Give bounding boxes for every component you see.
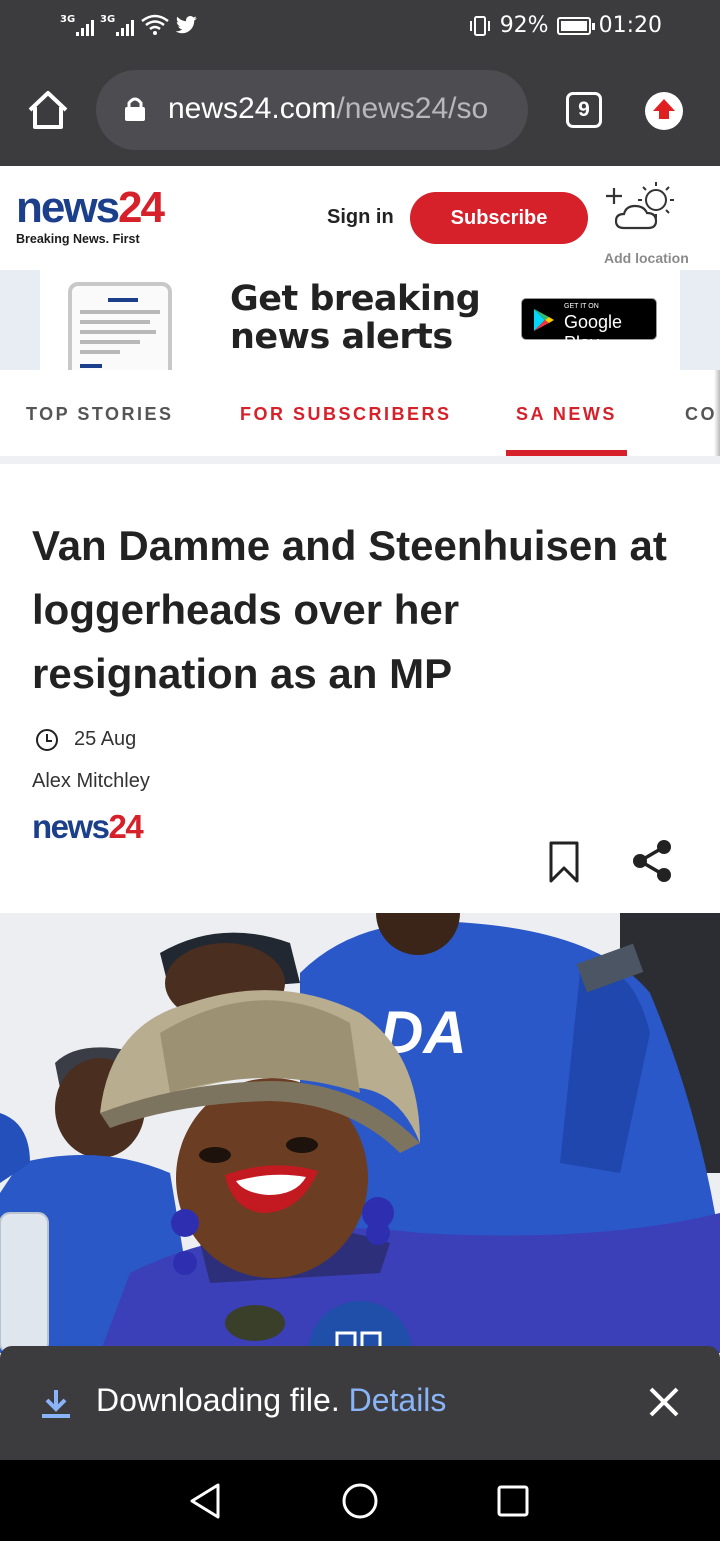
- logo-tagline: Breaking News. First: [16, 232, 140, 246]
- app-banner-area: Get breaking news alerts GET IT ON Googl…: [0, 270, 720, 370]
- battery-icon: [556, 16, 595, 35]
- lock-icon: [125, 97, 145, 121]
- sim1-label: 3G: [60, 14, 76, 25]
- browser-toolbar: news24.com/news24/so 9: [0, 56, 720, 166]
- vibrate-icon: [469, 15, 490, 36]
- twitter-icon: [176, 15, 197, 34]
- signin-link[interactable]: Sign in: [327, 206, 394, 229]
- tab-co[interactable]: CO: [685, 404, 717, 425]
- site-header: news24 Breaking News. First Sign in Subs…: [0, 166, 720, 270]
- tab-switcher-button[interactable]: 9: [566, 92, 602, 128]
- clock-time: 01:20: [598, 13, 662, 38]
- source-logo-num: 24: [108, 808, 144, 845]
- phone-mockup-image: [68, 282, 172, 370]
- back-icon[interactable]: [188, 1482, 224, 1520]
- tab-for-subscribers[interactable]: FOR SUBSCRIBERS: [240, 404, 452, 425]
- download-status: Downloading file.: [96, 1382, 340, 1418]
- article-headline: Van Damme and Steenhuisen at loggerheads…: [32, 522, 667, 697]
- home-nav-icon[interactable]: [341, 1482, 379, 1520]
- add-location-label: Add location: [604, 250, 689, 266]
- url-bar[interactable]: news24.com/news24/so: [96, 70, 528, 150]
- add-location-button[interactable]: Add location: [600, 180, 696, 266]
- recents-icon[interactable]: [495, 1482, 531, 1520]
- screen: 3G 3G 92% 01:20 news24.com/news24/so 9 n…: [0, 0, 720, 1541]
- section-tabs: TOP STORIES FOR SUBSCRIBERS SA NEWS CO: [0, 370, 720, 458]
- system-nav-bar: [0, 1460, 720, 1541]
- subscribe-button[interactable]: Subscribe: [410, 192, 588, 244]
- store-small-text: GET IT ON: [564, 303, 599, 310]
- battery-percent: 92%: [499, 13, 549, 38]
- share-icon[interactable]: [630, 838, 674, 884]
- article-date: 25 Aug: [74, 728, 137, 750]
- article-date-row: 25 Aug: [36, 728, 136, 751]
- banner-line1: Get breaking: [230, 279, 481, 319]
- url-host: news24.com: [168, 92, 337, 125]
- app-banner[interactable]: Get breaking news alerts GET IT ON Googl…: [40, 270, 680, 370]
- source-logo-news: news: [32, 808, 110, 845]
- tab-sa-news[interactable]: SA NEWS: [516, 404, 617, 425]
- tab-count: 9: [578, 98, 590, 121]
- article-photo[interactable]: DA: [0, 913, 720, 1353]
- store-big-text: Google Play: [564, 312, 623, 353]
- signal-icon: 3G: [60, 12, 94, 38]
- divider: [0, 456, 720, 464]
- clock-icon: [36, 728, 58, 751]
- url-text: news24.com/news24/so: [168, 92, 488, 126]
- source-logo: news24: [32, 808, 144, 846]
- url-path: /news24/so: [336, 92, 489, 125]
- signal-icon-2: 3G: [100, 12, 134, 38]
- download-bar: Downloading file. Details: [0, 1346, 720, 1460]
- photo-illustration: DA: [0, 913, 720, 1353]
- update-icon[interactable]: [645, 92, 683, 130]
- sim2-label: 3G: [100, 14, 116, 25]
- weather-icon: [606, 182, 674, 230]
- download-details-link[interactable]: Details: [349, 1382, 447, 1418]
- banner-line2: news alerts: [230, 317, 453, 357]
- home-icon[interactable]: [26, 88, 70, 132]
- status-bar: 3G 3G 92% 01:20: [0, 0, 720, 56]
- browser-chrome: 3G 3G 92% 01:20 news24.com/news24/so 9: [0, 0, 720, 166]
- wifi-icon: [141, 14, 169, 35]
- tab-top-stories[interactable]: TOP STORIES: [26, 404, 174, 425]
- logo-num: 24: [118, 183, 165, 232]
- download-icon: [42, 1390, 70, 1418]
- google-play-badge[interactable]: GET IT ON Google Play: [521, 298, 657, 353]
- news24-logo[interactable]: news24 Breaking News. First: [16, 183, 165, 247]
- bookmark-icon[interactable]: [548, 840, 580, 884]
- banner-headline: Get breaking news alerts: [230, 279, 481, 357]
- tabs-scroll-edge: [714, 370, 720, 458]
- download-message: Downloading file. Details: [96, 1382, 446, 1419]
- close-icon[interactable]: [646, 1384, 682, 1420]
- google-play-icon: [534, 309, 554, 331]
- logo-news: news: [16, 183, 120, 232]
- article-author[interactable]: Alex Mitchley: [32, 770, 150, 793]
